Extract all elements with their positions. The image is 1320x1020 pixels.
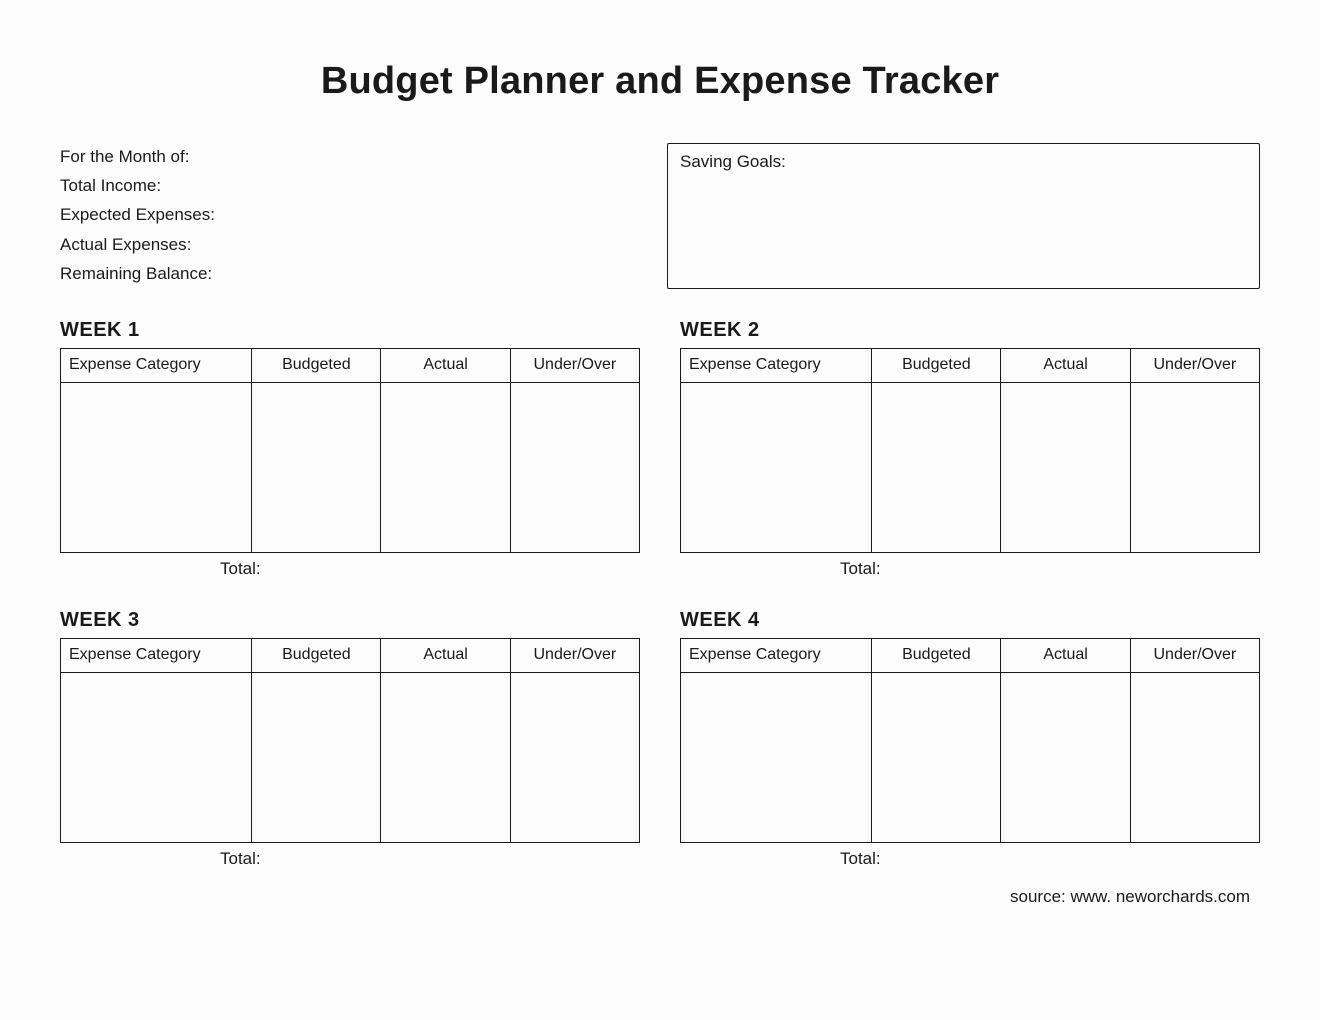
col-underover: Under/Over bbox=[1130, 638, 1259, 672]
table-row bbox=[681, 382, 1260, 552]
col-budgeted: Budgeted bbox=[252, 348, 381, 382]
col-budgeted: Budgeted bbox=[872, 638, 1001, 672]
saving-goals-box: Saving Goals: bbox=[667, 143, 1260, 289]
col-underover: Under/Over bbox=[510, 638, 639, 672]
week-1-table: Expense Category Budgeted Actual Under/O… bbox=[60, 348, 640, 553]
col-category: Expense Category bbox=[61, 348, 252, 382]
month-label: For the Month of: bbox=[60, 143, 627, 170]
source-attribution: source: www. neworchards.com bbox=[60, 887, 1260, 907]
table-row bbox=[61, 382, 640, 552]
col-actual: Actual bbox=[1001, 638, 1130, 672]
summary-info: For the Month of: Total Income: Expected… bbox=[60, 143, 627, 289]
col-actual: Actual bbox=[1001, 348, 1130, 382]
table-row bbox=[61, 672, 640, 842]
weeks-grid: WEEK 1 Expense Category Budgeted Actual … bbox=[60, 319, 1260, 869]
week-1-title: WEEK 1 bbox=[60, 319, 640, 342]
week-2-title: WEEK 2 bbox=[680, 319, 1260, 342]
top-section: For the Month of: Total Income: Expected… bbox=[60, 143, 1260, 289]
expected-expenses-label: Expected Expenses: bbox=[60, 201, 627, 228]
week-4-total: Total: bbox=[680, 849, 1260, 869]
col-actual: Actual bbox=[381, 638, 510, 672]
week-1-total: Total: bbox=[60, 559, 640, 579]
week-4-title: WEEK 4 bbox=[680, 609, 1260, 632]
week-3-total: Total: bbox=[60, 849, 640, 869]
income-label: Total Income: bbox=[60, 172, 627, 199]
budget-planner-page: Budget Planner and Expense Tracker For t… bbox=[0, 0, 1320, 927]
saving-goals-label: Saving Goals: bbox=[680, 152, 786, 171]
col-category: Expense Category bbox=[681, 638, 872, 672]
week-3-title: WEEK 3 bbox=[60, 609, 640, 632]
col-budgeted: Budgeted bbox=[252, 638, 381, 672]
col-actual: Actual bbox=[381, 348, 510, 382]
col-budgeted: Budgeted bbox=[872, 348, 1001, 382]
table-row bbox=[681, 672, 1260, 842]
week-3-block: WEEK 3 Expense Category Budgeted Actual … bbox=[60, 609, 640, 869]
actual-expenses-label: Actual Expenses: bbox=[60, 231, 627, 258]
col-category: Expense Category bbox=[681, 348, 872, 382]
week-2-block: WEEK 2 Expense Category Budgeted Actual … bbox=[680, 319, 1260, 579]
week-1-block: WEEK 1 Expense Category Budgeted Actual … bbox=[60, 319, 640, 579]
week-3-table: Expense Category Budgeted Actual Under/O… bbox=[60, 638, 640, 843]
week-2-table: Expense Category Budgeted Actual Under/O… bbox=[680, 348, 1260, 553]
page-title: Budget Planner and Expense Tracker bbox=[60, 60, 1260, 103]
week-4-block: WEEK 4 Expense Category Budgeted Actual … bbox=[680, 609, 1260, 869]
remaining-balance-label: Remaining Balance: bbox=[60, 260, 627, 287]
col-underover: Under/Over bbox=[1130, 348, 1259, 382]
col-category: Expense Category bbox=[61, 638, 252, 672]
week-2-total: Total: bbox=[680, 559, 1260, 579]
week-4-table: Expense Category Budgeted Actual Under/O… bbox=[680, 638, 1260, 843]
col-underover: Under/Over bbox=[510, 348, 639, 382]
